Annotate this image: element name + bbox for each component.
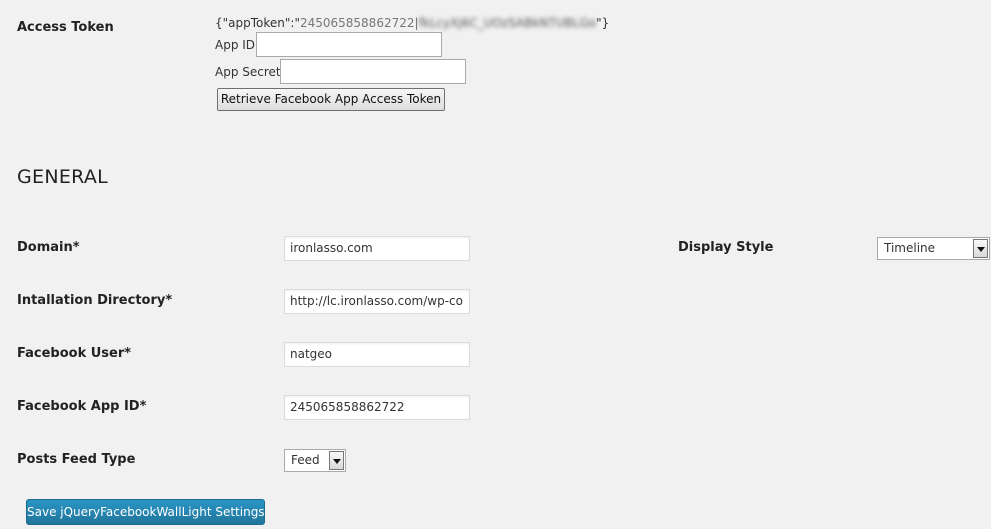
display-style-value: Timeline <box>884 241 936 255</box>
access-token-value: {"appToken":"245065858862722|fkLcyXj6C_U… <box>215 16 609 31</box>
facebook-user-label: Facebook User* <box>17 346 132 361</box>
facebook-user-input[interactable]: natgeo <box>284 342 470 367</box>
app-secret-input[interactable] <box>280 59 466 84</box>
token-app-id: 245065858862722 <box>299 16 415 30</box>
chevron-down-icon[interactable] <box>329 451 344 470</box>
retrieve-access-token-button[interactable]: Retrieve Facebook App Access Token <box>217 88 445 111</box>
facebook-app-id-input[interactable]: 245065858862722 <box>284 395 470 420</box>
token-secret-blurred: fkLcyXj6C_UOzSABkNTUBLGo <box>418 16 597 30</box>
display-style-label: Display Style <box>678 240 774 255</box>
posts-feed-type-value: Feed <box>291 453 320 467</box>
posts-feed-type-select[interactable]: Feed <box>284 449 346 472</box>
display-style-select[interactable]: Timeline <box>877 237 990 260</box>
token-close: "} <box>596 16 610 30</box>
posts-feed-type-label: Posts Feed Type <box>17 452 136 467</box>
general-heading: GENERAL <box>17 166 109 188</box>
domain-input[interactable]: ironlasso.com <box>284 236 470 261</box>
install-dir-label: Intallation Directory* <box>17 293 173 308</box>
token-pipe: | <box>414 16 419 30</box>
app-id-input[interactable] <box>256 32 442 57</box>
token-open: {"appToken":" <box>215 16 300 30</box>
install-dir-input[interactable]: http://lc.ironlasso.com/wp-co <box>284 289 470 314</box>
chevron-down-icon[interactable] <box>973 239 988 258</box>
access-token-label: Access Token <box>17 20 114 35</box>
save-settings-button[interactable]: Save jQueryFacebookWallLight Settings <box>26 499 265 525</box>
domain-label: Domain* <box>17 240 80 255</box>
app-id-label: App ID <box>215 38 256 52</box>
facebook-app-id-label: Facebook App ID* <box>17 399 147 414</box>
app-secret-label: App Secret <box>215 65 281 79</box>
